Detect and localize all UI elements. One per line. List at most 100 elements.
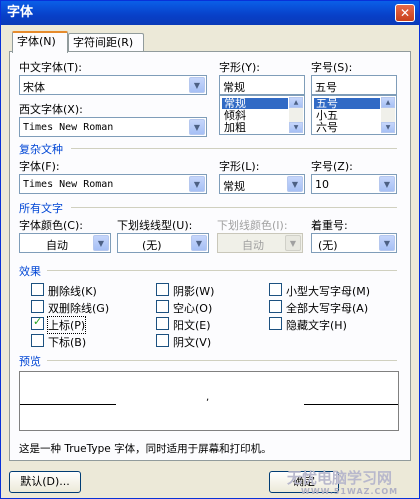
subscript-checkbox[interactable] <box>31 334 44 347</box>
underline-style-select[interactable]: (无) ▼ <box>117 233 209 253</box>
font-color-label: 字体颜色(C): <box>19 219 83 232</box>
preview-box: , <box>19 371 399 431</box>
emboss-label: 阳文(E) <box>173 319 211 332</box>
complex-font-label: 字体(F): <box>19 160 60 173</box>
size-input[interactable]: 五号 <box>311 75 397 95</box>
chevron-down-icon[interactable]: ▼ <box>189 119 205 135</box>
watermark-text: 无忧电脑学习网 <box>287 469 393 487</box>
superscript-checkbox[interactable] <box>31 315 44 330</box>
chinese-font-select[interactable]: 宋体 ▼ <box>19 75 207 95</box>
list-item[interactable]: 加粗 <box>222 122 246 133</box>
divider <box>71 207 397 208</box>
default-button[interactable]: 默认(D)... <box>9 471 81 493</box>
title-bar[interactable]: 字体 ✕ <box>1 1 419 25</box>
style-list[interactable]: 常规 倾斜 加粗 ▲ ▼ <box>219 95 305 135</box>
scroll-up-icon[interactable]: ▲ <box>289 97 303 108</box>
window-title: 字体 <box>7 5 34 20</box>
all-caps-label: 全部大写字母(A) <box>286 302 369 315</box>
scroll-down-icon[interactable]: ▼ <box>381 122 395 133</box>
underline-color-value: 自动 <box>242 239 264 252</box>
small-caps-checkbox[interactable] <box>269 283 282 296</box>
chevron-down-icon[interactable]: ▼ <box>379 176 395 192</box>
western-font-select[interactable]: Times New Roman ▼ <box>19 117 207 137</box>
western-font-value: Times New Roman <box>23 122 114 133</box>
complex-group-title: 复杂文种 <box>19 143 63 156</box>
complex-style-select[interactable]: 常规 ▼ <box>219 174 305 194</box>
hidden-text-checkbox[interactable] <box>269 317 282 330</box>
tab-character-spacing[interactable]: 字符间距(R) <box>68 33 144 53</box>
all-caps-checkbox[interactable] <box>269 300 282 313</box>
western-font-label: 西文字体(X): <box>19 103 83 116</box>
scroll-down-icon[interactable]: ▼ <box>289 122 303 133</box>
style-input[interactable]: 常规 <box>219 75 305 95</box>
shadow-checkbox[interactable] <box>156 283 169 296</box>
divider <box>71 148 397 149</box>
style-value: 常规 <box>223 81 245 94</box>
subscript-label: 下标(B) <box>48 336 87 349</box>
list-item[interactable]: 倾斜 <box>222 110 246 121</box>
double-strikethrough-label: 双删除线(G) <box>48 302 110 315</box>
divider <box>47 360 397 361</box>
list-item[interactable]: 常规 <box>222 98 288 109</box>
effects-group-title: 效果 <box>19 265 41 278</box>
font-color-value: 自动 <box>46 239 68 252</box>
scrollbar[interactable]: ▲ ▼ <box>381 97 395 133</box>
style-label: 字形(Y): <box>219 61 261 74</box>
underline-color-label: 下划线颜色(I): <box>217 219 288 232</box>
chinese-font-value: 宋体 <box>23 81 45 94</box>
size-list[interactable]: 五号 小五 六号 ▲ ▼ <box>311 95 397 135</box>
list-item[interactable]: 小五 <box>314 110 338 121</box>
scrollbar[interactable]: ▲ ▼ <box>289 97 303 133</box>
outline-checkbox[interactable] <box>156 300 169 313</box>
font-dialog: 字体 ✕ 字体(N) 字符间距(R) 中文字体(T): 宋体 ▼ 字形(Y): … <box>0 0 420 499</box>
close-button[interactable]: ✕ <box>395 4 415 22</box>
hidden-text-label: 隐藏文字(H) <box>286 319 347 332</box>
chevron-down-icon[interactable]: ▼ <box>93 235 109 251</box>
underline-style-label: 下划线线型(U): <box>117 219 193 232</box>
chevron-down-icon: ▼ <box>285 235 301 251</box>
chevron-down-icon[interactable]: ▼ <box>189 176 205 192</box>
size-value: 五号 <box>315 81 337 94</box>
preview-line-left <box>20 404 116 405</box>
tab-font[interactable]: 字体(N) <box>12 31 68 53</box>
complex-size-label: 字号(Z): <box>311 160 353 173</box>
underline-style-value: (无) <box>142 239 162 252</box>
double-strikethrough-checkbox[interactable] <box>31 300 44 313</box>
superscript-label: 上标(P) <box>46 316 87 334</box>
chevron-down-icon[interactable]: ▼ <box>189 77 205 93</box>
preview-line-right <box>304 404 398 405</box>
chinese-font-label: 中文字体(T): <box>19 61 83 74</box>
complex-size-value: 10 <box>315 178 329 191</box>
size-label: 字号(S): <box>311 61 353 74</box>
shadow-label: 阴影(W) <box>173 285 215 298</box>
chevron-down-icon[interactable]: ▼ <box>191 235 207 251</box>
emboss-checkbox[interactable] <box>156 317 169 330</box>
preview-text: , <box>206 392 210 403</box>
complex-font-select[interactable]: Times New Roman ▼ <box>19 174 207 194</box>
engrave-label: 阴文(V) <box>173 336 212 349</box>
chevron-down-icon[interactable]: ▼ <box>379 235 395 251</box>
underline-color-select: 自动 ▼ <box>217 233 303 253</box>
engrave-checkbox[interactable] <box>156 334 169 347</box>
divider <box>47 270 397 271</box>
scroll-up-icon[interactable]: ▲ <box>381 97 395 108</box>
small-caps-label: 小型大写字母(M) <box>286 285 371 298</box>
strikethrough-label: 删除线(K) <box>48 285 97 298</box>
emphasis-label: 着重号: <box>311 219 348 232</box>
outline-label: 空心(O) <box>173 302 213 315</box>
complex-style-label: 字形(L): <box>219 160 260 173</box>
complex-size-select[interactable]: 10 ▼ <box>311 174 397 194</box>
preview-group-title: 预览 <box>19 355 41 368</box>
emphasis-value: (无) <box>318 239 338 252</box>
font-description: 这是一种 TrueType 字体，同时适用于屏幕和打印机。 <box>19 443 272 455</box>
watermark-url: WWW.51WAZ.COM <box>301 487 399 496</box>
emphasis-select[interactable]: (无) ▼ <box>311 233 397 253</box>
list-item[interactable]: 五号 <box>314 98 380 109</box>
complex-font-value: Times New Roman <box>23 179 114 190</box>
font-color-select[interactable]: 自动 ▼ <box>19 233 111 253</box>
chevron-down-icon[interactable]: ▼ <box>287 176 303 192</box>
complex-style-value: 常规 <box>223 180 245 193</box>
list-item[interactable]: 六号 <box>314 122 338 133</box>
all-text-group-title: 所有文字 <box>19 202 63 215</box>
strikethrough-checkbox[interactable] <box>31 283 44 296</box>
